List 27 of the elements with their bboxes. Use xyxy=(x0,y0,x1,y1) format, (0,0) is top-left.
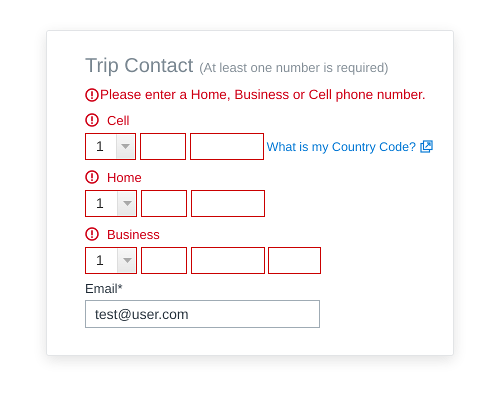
field-label: Cell xyxy=(107,112,130,128)
phone-number-field[interactable] xyxy=(191,247,265,274)
phone-number-field[interactable] xyxy=(190,133,264,160)
caret-icon xyxy=(121,144,130,149)
alert-icon xyxy=(85,113,99,127)
country-code-dropdown[interactable]: 1 xyxy=(85,247,137,274)
phone-number-field[interactable] xyxy=(191,190,265,217)
country-code-dropdown[interactable]: 1 xyxy=(85,133,136,160)
alert-icon xyxy=(85,227,99,241)
alert-icon xyxy=(85,88,99,102)
area-code-field[interactable] xyxy=(141,247,187,274)
form-title: Trip Contact xyxy=(85,55,194,78)
alert-icon xyxy=(85,170,99,184)
email-field[interactable]: test@user.com xyxy=(85,300,320,328)
form-subtitle: (At least one number is required) xyxy=(199,60,388,75)
error-message: Please enter a Home, Business or Cell phone number. xyxy=(100,87,426,102)
external-link-icon xyxy=(420,140,433,153)
field-label: Email* xyxy=(85,281,124,296)
country-code-link[interactable]: What is my Country Code? xyxy=(266,140,433,154)
caret-icon xyxy=(122,258,132,263)
area-code-field[interactable] xyxy=(141,190,187,217)
extension-field[interactable] xyxy=(268,247,321,274)
caret-icon xyxy=(122,201,132,206)
field-label: Home xyxy=(107,170,142,184)
country-code-dropdown[interactable]: 1 xyxy=(85,190,137,217)
field-label: Business xyxy=(107,226,160,242)
area-code-field[interactable] xyxy=(140,133,186,160)
